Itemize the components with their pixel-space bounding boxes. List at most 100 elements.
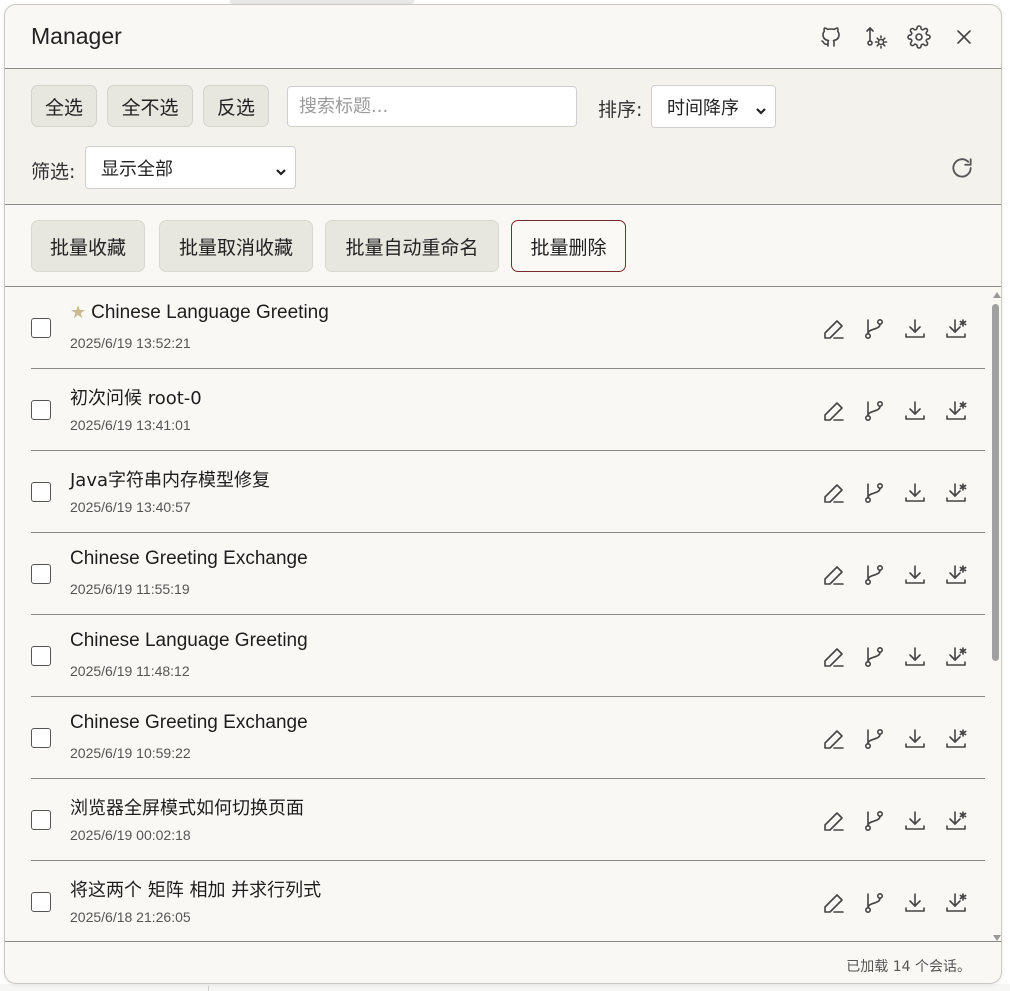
session-checkbox[interactable] (31, 728, 51, 748)
edit-icon[interactable] (821, 316, 847, 342)
session-actions (821, 808, 971, 834)
session-date: 2025/6/19 13:40:57 (70, 499, 191, 515)
download-icon[interactable] (902, 480, 928, 506)
session-title-text: Chinese Greeting Exchange (70, 712, 308, 733)
session-date: 2025/6/18 21:26:05 (70, 909, 191, 925)
branch-icon[interactable] (861, 726, 887, 752)
session-row[interactable]: 初次问候 root-0 2025/6/19 13:41:01 (31, 369, 985, 451)
session-actions (821, 562, 971, 588)
session-checkbox[interactable] (31, 318, 51, 338)
session-checkbox[interactable] (31, 482, 51, 502)
manager-panel: Manager 全选 全不选 反选 排序: 时间降序 筛选: 显示全部 (4, 4, 1002, 984)
session-row[interactable]: ★ Chinese Language Greeting 2025/6/19 13:… (31, 287, 985, 369)
download-icon[interactable] (902, 726, 928, 752)
download-icon[interactable] (902, 398, 928, 424)
session-actions (821, 316, 971, 342)
star-icon: ★ (70, 302, 87, 322)
sort-select-value: 时间降序 (667, 97, 739, 119)
session-checkbox[interactable] (31, 810, 51, 830)
batch-auto-rename-button[interactable]: 批量自动重命名 (325, 220, 499, 272)
edit-icon[interactable] (821, 808, 847, 834)
scrollbar-thumb[interactable] (992, 304, 999, 661)
chevron-down-icon (755, 101, 767, 115)
invert-selection-button[interactable]: 反选 (203, 85, 269, 127)
session-checkbox[interactable] (31, 564, 51, 584)
session-row[interactable]: 浏览器全屏模式如何切换页面 2025/6/19 00:02:18 (31, 779, 985, 861)
sort-select[interactable]: 时间降序 (651, 85, 776, 128)
session-row[interactable]: 将这两个 矩阵 相加 并求行列式 2025/6/18 21:26:05 (31, 861, 985, 941)
edit-icon[interactable] (821, 398, 847, 424)
batch-favorite-button[interactable]: 批量收藏 (31, 220, 145, 272)
panel-title: Manager (31, 23, 122, 49)
session-title: 初次问候 root-0 (70, 384, 202, 410)
close-icon[interactable] (951, 24, 977, 50)
session-title: Java字符串内存模型修复 (70, 466, 270, 492)
filter-label: 筛选: (31, 161, 76, 183)
git-compare-icon[interactable] (863, 24, 889, 50)
session-title: ★ Chinese Language Greeting (70, 302, 329, 324)
session-title-text: Chinese Greeting Exchange (70, 548, 308, 569)
branch-icon[interactable] (861, 480, 887, 506)
panel-footer: 已加载 14 个会话。 (5, 941, 1001, 983)
session-title-text: 将这两个 矩阵 相加 并求行列式 (70, 880, 322, 901)
branch-icon[interactable] (861, 562, 887, 588)
session-row[interactable]: Java字符串内存模型修复 2025/6/19 13:40:57 (31, 451, 985, 533)
session-title: 浏览器全屏模式如何切换页面 (70, 794, 304, 820)
download-icon[interactable] (902, 644, 928, 670)
select-none-button[interactable]: 全不选 (107, 85, 193, 127)
gear-icon[interactable] (906, 24, 932, 50)
edit-icon[interactable] (821, 890, 847, 916)
download-icon[interactable] (902, 316, 928, 342)
edit-icon[interactable] (821, 726, 847, 752)
download-special-icon[interactable] (943, 644, 969, 670)
session-row[interactable]: Chinese Greeting Exchange 2025/6/19 10:5… (31, 697, 985, 779)
session-checkbox[interactable] (31, 892, 51, 912)
download-special-icon[interactable] (943, 890, 969, 916)
download-icon[interactable] (902, 562, 928, 588)
branch-icon[interactable] (861, 644, 887, 670)
batch-delete-button[interactable]: 批量删除 (511, 220, 626, 272)
panel-header: Manager (5, 5, 1001, 69)
refresh-icon[interactable] (947, 153, 977, 183)
edit-icon[interactable] (821, 562, 847, 588)
session-list: ★ Chinese Language Greeting 2025/6/19 13:… (5, 287, 985, 941)
edit-icon[interactable] (821, 644, 847, 670)
session-checkbox[interactable] (31, 400, 51, 420)
session-date: 2025/6/19 10:59:22 (70, 745, 191, 761)
download-special-icon[interactable] (943, 726, 969, 752)
download-special-icon[interactable] (943, 480, 969, 506)
session-title-text: Java字符串内存模型修复 (70, 470, 271, 491)
session-date: 2025/6/19 11:48:12 (70, 663, 190, 679)
session-date: 2025/6/19 11:55:19 (70, 581, 190, 597)
branch-icon[interactable] (861, 398, 887, 424)
filter-select[interactable]: 显示全部 (85, 146, 296, 189)
batch-unfavorite-button[interactable]: 批量取消收藏 (159, 220, 313, 272)
session-row[interactable]: Chinese Language Greeting 2025/6/19 11:4… (31, 615, 985, 697)
search-input[interactable] (287, 86, 577, 127)
background-divider (208, 986, 209, 991)
branch-icon[interactable] (861, 316, 887, 342)
scrollbar[interactable] (990, 287, 1001, 941)
session-title: Chinese Greeting Exchange (70, 548, 308, 570)
download-special-icon[interactable] (943, 808, 969, 834)
scroll-up-arrow[interactable] (993, 292, 1001, 298)
session-row[interactable]: Chinese Greeting Exchange 2025/6/19 11:5… (31, 533, 985, 615)
branch-icon[interactable] (861, 890, 887, 916)
session-checkbox[interactable] (31, 646, 51, 666)
download-special-icon[interactable] (943, 562, 969, 588)
session-title: Chinese Language Greeting (70, 630, 308, 652)
download-icon[interactable] (902, 890, 928, 916)
session-actions (821, 644, 971, 670)
download-special-icon[interactable] (943, 316, 969, 342)
branch-icon[interactable] (861, 808, 887, 834)
download-special-icon[interactable] (943, 398, 969, 424)
edit-icon[interactable] (821, 480, 847, 506)
session-title: 将这两个 矩阵 相加 并求行列式 (70, 876, 321, 902)
session-title-text: 初次问候 root-0 (70, 388, 202, 409)
session-date: 2025/6/19 13:41:01 (70, 417, 191, 433)
download-icon[interactable] (902, 808, 928, 834)
filter-select-value: 显示全部 (101, 158, 173, 180)
github-icon[interactable] (818, 24, 844, 50)
select-all-button[interactable]: 全选 (31, 85, 97, 127)
status-text: 已加载 14 个会话。 (846, 959, 971, 975)
